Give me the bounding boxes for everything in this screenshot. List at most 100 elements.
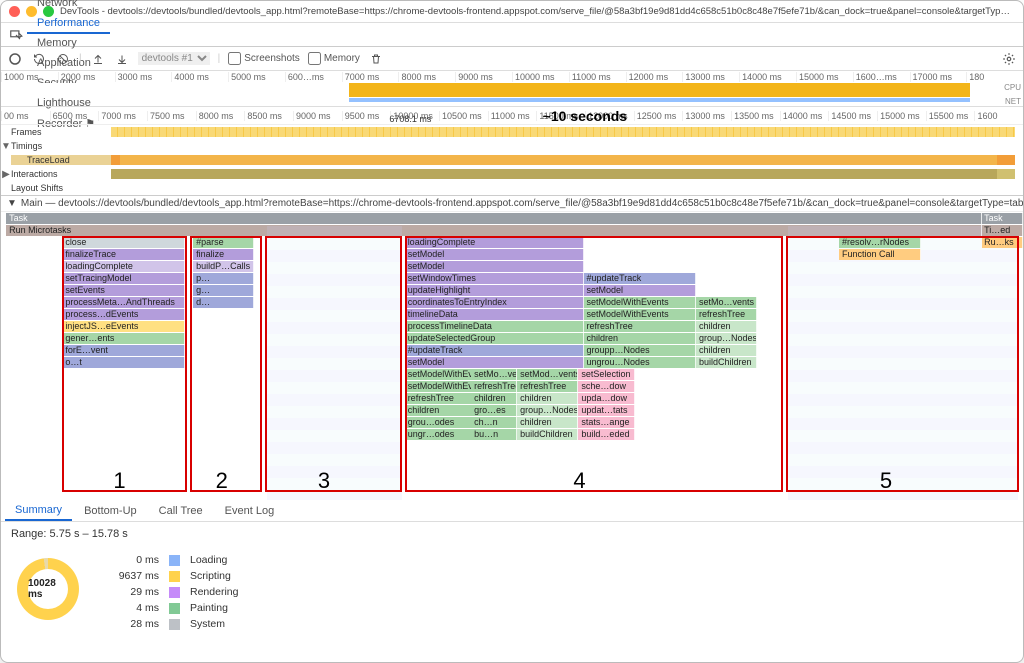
ruler-tick: 12500 ms	[634, 111, 683, 121]
frames-row[interactable]: Frames	[11, 127, 111, 137]
detail-tab-event-log[interactable]: Event Log	[215, 502, 285, 520]
layoutshifts-row[interactable]: Layout Shifts	[11, 183, 111, 193]
region-box-5	[786, 236, 1019, 492]
legend-value: 29 ms	[109, 586, 159, 598]
ruler-tick: 11000 ms	[569, 72, 626, 82]
legend-value: 4 ms	[109, 602, 159, 614]
ruler-tick: 180	[966, 72, 1023, 82]
ruler-tick: 15000 ms	[877, 111, 926, 121]
cpu-band	[3, 83, 1021, 97]
legend-swatch	[169, 571, 180, 582]
legend-swatch	[169, 603, 180, 614]
donut-total: 10028 ms	[28, 569, 68, 609]
ruler-tick: 9500 ms	[342, 111, 391, 121]
ruler-tick: 12000 ms	[626, 72, 683, 82]
interactions-row[interactable]: Interactions	[11, 169, 111, 179]
region-num-5: 5	[880, 468, 892, 494]
screenshots-toggle[interactable]: Screenshots	[228, 52, 300, 65]
tab-network[interactable]: Network	[27, 0, 110, 14]
panel-tabs: ElementsConsoleSourcesNetworkPerformance…	[1, 23, 1023, 47]
timings-row[interactable]: Timings	[11, 141, 111, 151]
ruler-tick: 15500 ms	[926, 111, 975, 121]
detail-tabs: SummaryBottom-UpCall TreeEvent Log	[1, 500, 1023, 522]
ruler-tick: 600…ms	[285, 72, 342, 82]
ruler-tick: 6500 ms	[50, 111, 99, 121]
region-num-4: 4	[573, 468, 585, 494]
reload-icon[interactable]	[31, 51, 47, 67]
legend-label: Scripting	[190, 570, 238, 582]
flame-bar[interactable]: Ti…ed	[982, 225, 1023, 236]
ruler-tick: 3000 ms	[115, 72, 172, 82]
detail-tab-bottom-up[interactable]: Bottom-Up	[74, 502, 147, 520]
region-box-3	[265, 236, 402, 492]
perf-toolbar: | devtools #1 | Screenshots Memory	[1, 47, 1023, 71]
inspect-icon[interactable]	[7, 26, 25, 44]
ruler-tick: 8000 ms	[196, 111, 245, 121]
close-window-icon[interactable]	[9, 6, 20, 17]
ruler-tick: 10500 ms	[439, 111, 488, 121]
ruler-tick: 11000 ms	[488, 111, 537, 121]
legend-swatch	[169, 587, 180, 598]
ruler-tick: 9000 ms	[293, 111, 342, 121]
profile-select[interactable]: devtools #1	[138, 52, 210, 65]
ruler-tick: 1600	[974, 111, 1023, 121]
ruler-tick: 7000 ms	[342, 72, 399, 82]
download-icon[interactable]	[114, 51, 130, 67]
detail-tab-call-tree[interactable]: Call Tree	[149, 502, 213, 520]
legend-value: 0 ms	[109, 554, 159, 566]
legend-swatch	[169, 619, 180, 630]
ruler-tick: 8500 ms	[244, 111, 293, 121]
track-rows: Frames ▼Timings TraceLoad ▶Interactions …	[1, 125, 1023, 196]
donut-chart: 10028 ms	[17, 558, 79, 620]
ruler-tick: 2000 ms	[58, 72, 115, 82]
ruler-tick: 1600…ms	[853, 72, 910, 82]
cpu-label: CPU	[1004, 83, 1021, 92]
legend-label: Painting	[190, 602, 238, 614]
upload-icon[interactable]	[90, 51, 106, 67]
tab-performance[interactable]: Performance	[27, 14, 110, 34]
trash-icon[interactable]	[368, 51, 384, 67]
ruler-tick: 13500 ms	[731, 111, 780, 121]
record-icon[interactable]	[7, 51, 23, 67]
legend: 0 msLoading9637 msScripting29 msRenderin…	[109, 554, 238, 630]
ruler-tick: 14500 ms	[828, 111, 877, 121]
task-bar[interactable]: Task	[6, 213, 982, 224]
ruler-tick: 14000 ms	[739, 72, 796, 82]
region-num-1: 1	[113, 468, 125, 494]
ruler-tick: 15000 ms	[796, 72, 853, 82]
ruler-tick: 4000 ms	[171, 72, 228, 82]
ruler-tick: 7000 ms	[98, 111, 147, 121]
settings-icon[interactable]	[1001, 51, 1017, 67]
titlebar: DevTools - devtools://devtools/bundled/d…	[1, 1, 1023, 23]
legend-value: 9637 ms	[109, 570, 159, 582]
time-marker: 6708.1 ms	[389, 114, 431, 124]
range-text: Range: 5.75 s – 15.78 s	[1, 522, 1023, 546]
overview-timeline[interactable]: 1000 ms2000 ms3000 ms4000 ms5000 ms600…m…	[1, 71, 1023, 107]
ruler-tick: 1000 ms	[1, 72, 58, 82]
region-num-2: 2	[216, 468, 228, 494]
ruler-tick: 5000 ms	[228, 72, 285, 82]
flame-chart[interactable]: Task Run Microtasks closefinalizeTracelo…	[1, 212, 1023, 500]
region-box-1	[62, 236, 187, 492]
legend-label: System	[190, 618, 238, 630]
ruler-tick: 13000 ms	[682, 111, 731, 121]
detail-tab-summary[interactable]: Summary	[5, 501, 72, 521]
clear-icon[interactable]	[55, 51, 71, 67]
legend-value: 28 ms	[109, 618, 159, 630]
region-box-4	[405, 236, 783, 492]
ruler-tick: 9000 ms	[455, 72, 512, 82]
legend-swatch	[169, 555, 180, 566]
traceload-row[interactable]: TraceLoad	[11, 155, 111, 165]
ruler-tick: 14000 ms	[780, 111, 829, 121]
legend-label: Loading	[190, 554, 238, 566]
annotation-text: ~10 seconds	[543, 108, 627, 124]
window-title: DevTools - devtools://devtools/bundled/d…	[60, 6, 1015, 17]
ruler-tick: 00 ms	[1, 111, 50, 121]
net-band	[3, 98, 1021, 102]
flame-bar[interactable]: Task	[982, 213, 1023, 224]
main-thread-header[interactable]: ▼Main — devtools://devtools/bundled/devt…	[1, 196, 1023, 212]
detail-ruler[interactable]: 00 ms6500 ms7000 ms7500 ms8000 ms8500 ms…	[1, 107, 1023, 125]
memory-toggle[interactable]: Memory	[308, 52, 360, 65]
ruler-tick: 17000 ms	[910, 72, 967, 82]
region-box-2	[190, 236, 262, 492]
